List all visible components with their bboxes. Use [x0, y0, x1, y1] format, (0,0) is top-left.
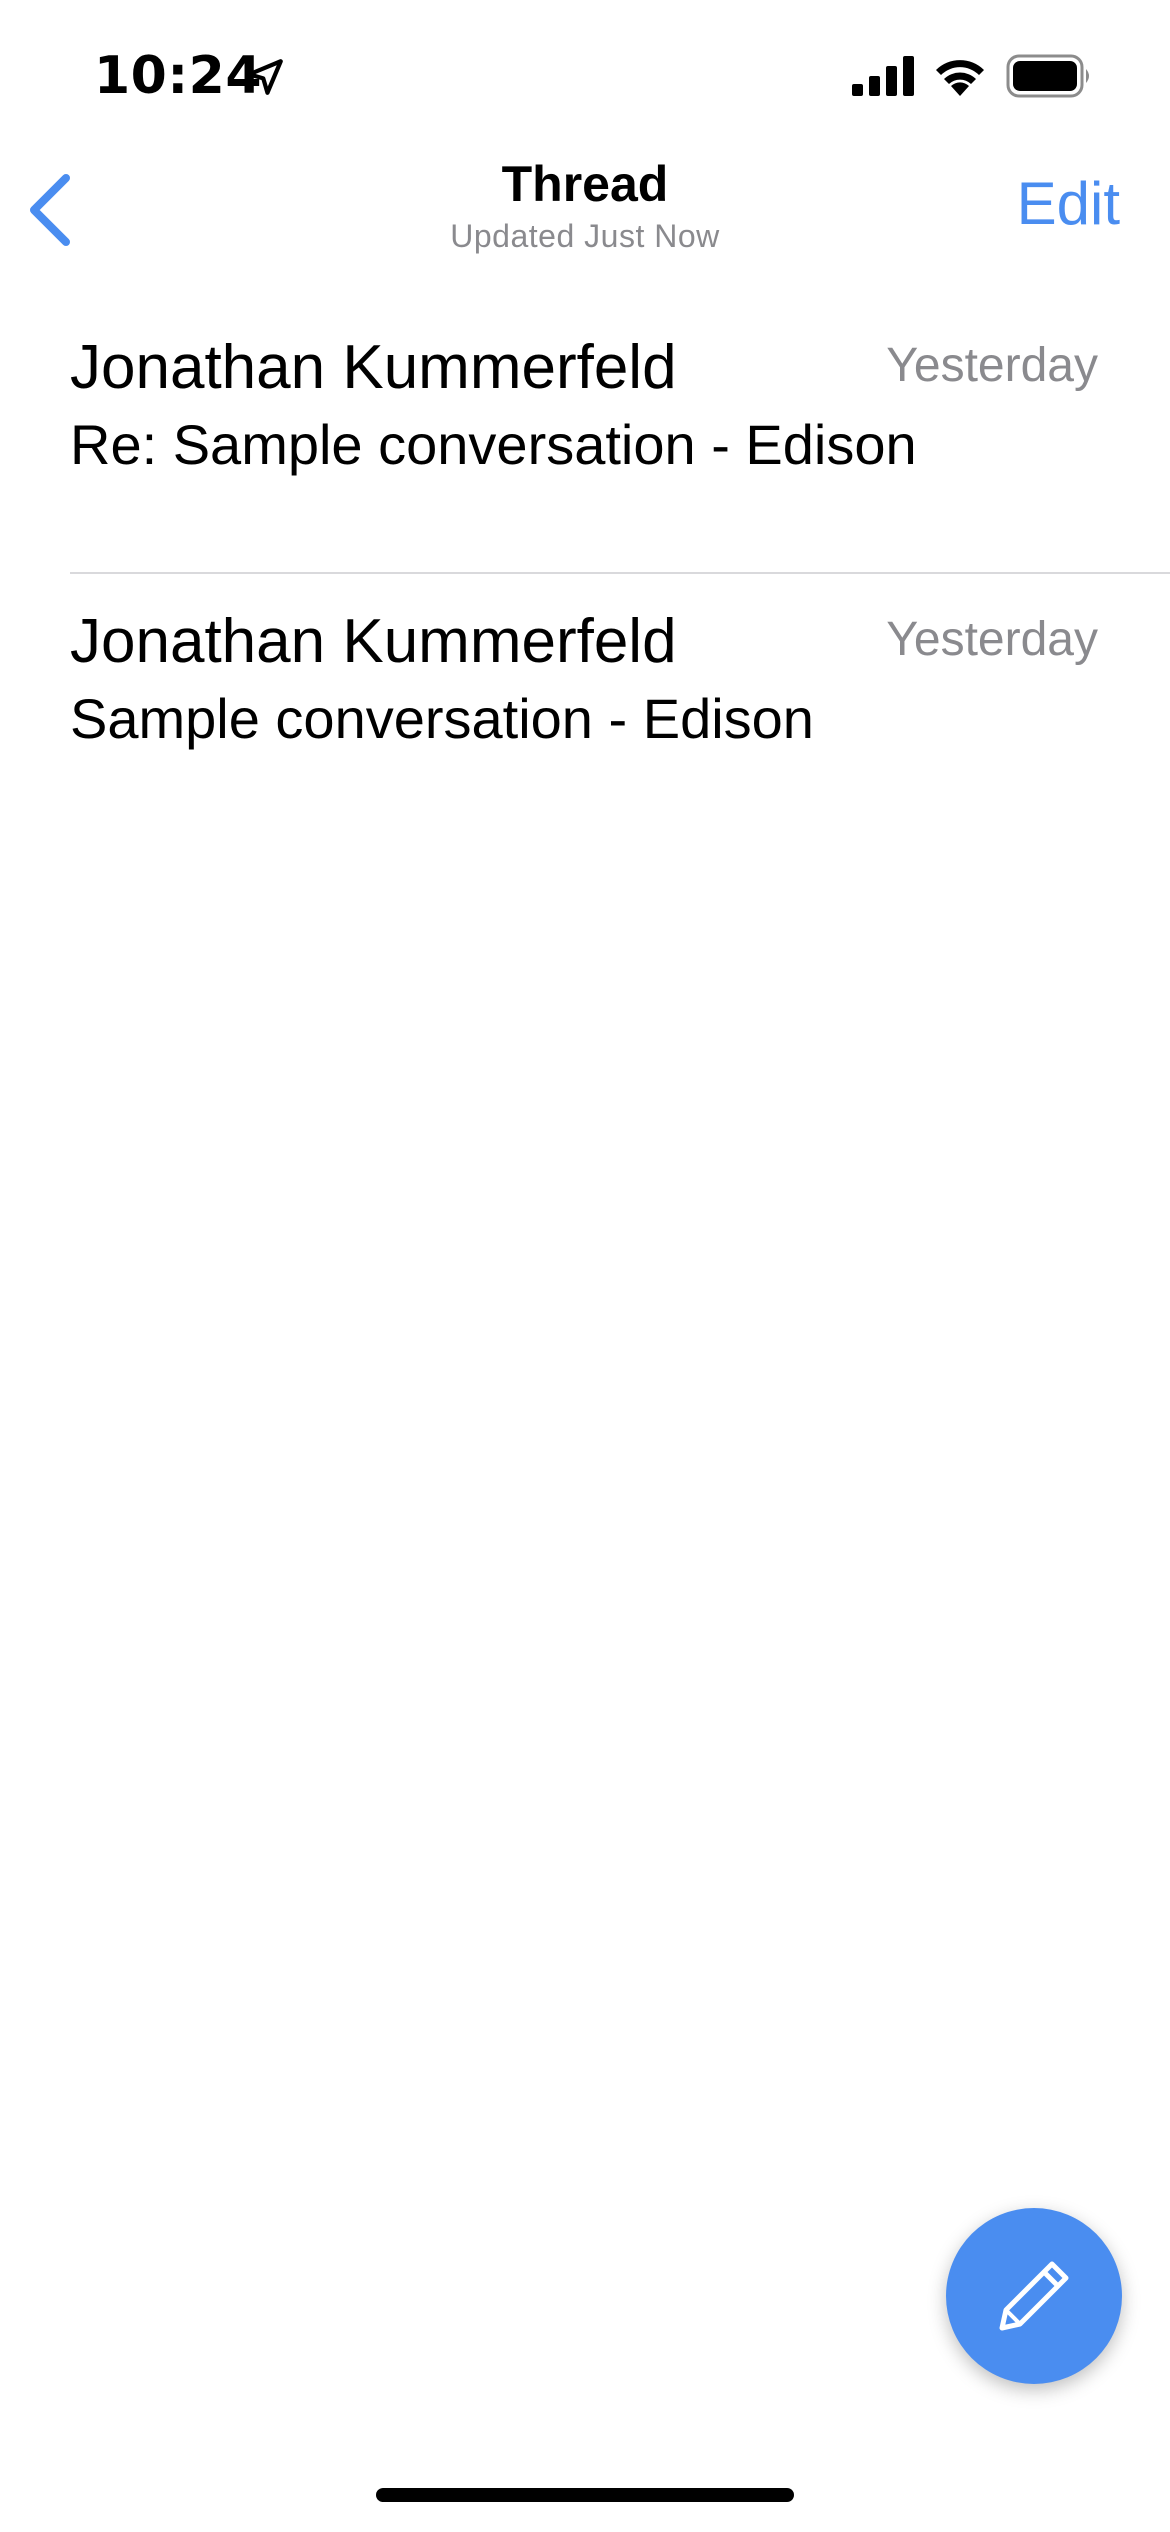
home-indicator[interactable]: [376, 2488, 794, 2502]
cellular-signal-icon: [852, 56, 914, 96]
update-status: Updated Just Now: [450, 218, 720, 254]
message-subject: Re: Sample conversation - Edison: [70, 413, 917, 476]
battery-icon: [1006, 54, 1089, 98]
nav-bar: Thread Updated Just Now Edit: [0, 150, 1170, 270]
thread-list: Jonathan Kummerfeld Yesterday Re: Sample…: [0, 300, 1170, 824]
wifi-icon: [936, 60, 984, 96]
status-bar: 10:24: [0, 0, 1170, 150]
location-arrow-icon: [247, 59, 283, 95]
list-item[interactable]: Jonathan Kummerfeld Yesterday Sample con…: [0, 574, 1170, 824]
pencil-icon: [999, 2261, 1069, 2331]
sender-name: Jonathan Kummerfeld: [70, 607, 677, 676]
message-date: Yesterday: [886, 339, 1098, 392]
list-item[interactable]: Jonathan Kummerfeld Yesterday Re: Sample…: [0, 300, 1170, 574]
status-time: 10:24: [94, 46, 263, 106]
sender-name: Jonathan Kummerfeld: [70, 333, 677, 402]
compose-button[interactable]: [946, 2208, 1122, 2384]
message-subject: Sample conversation - Edison: [70, 687, 814, 750]
edit-button[interactable]: Edit: [1017, 166, 1120, 242]
message-date: Yesterday: [886, 613, 1098, 666]
page-title: Thread: [501, 156, 669, 212]
